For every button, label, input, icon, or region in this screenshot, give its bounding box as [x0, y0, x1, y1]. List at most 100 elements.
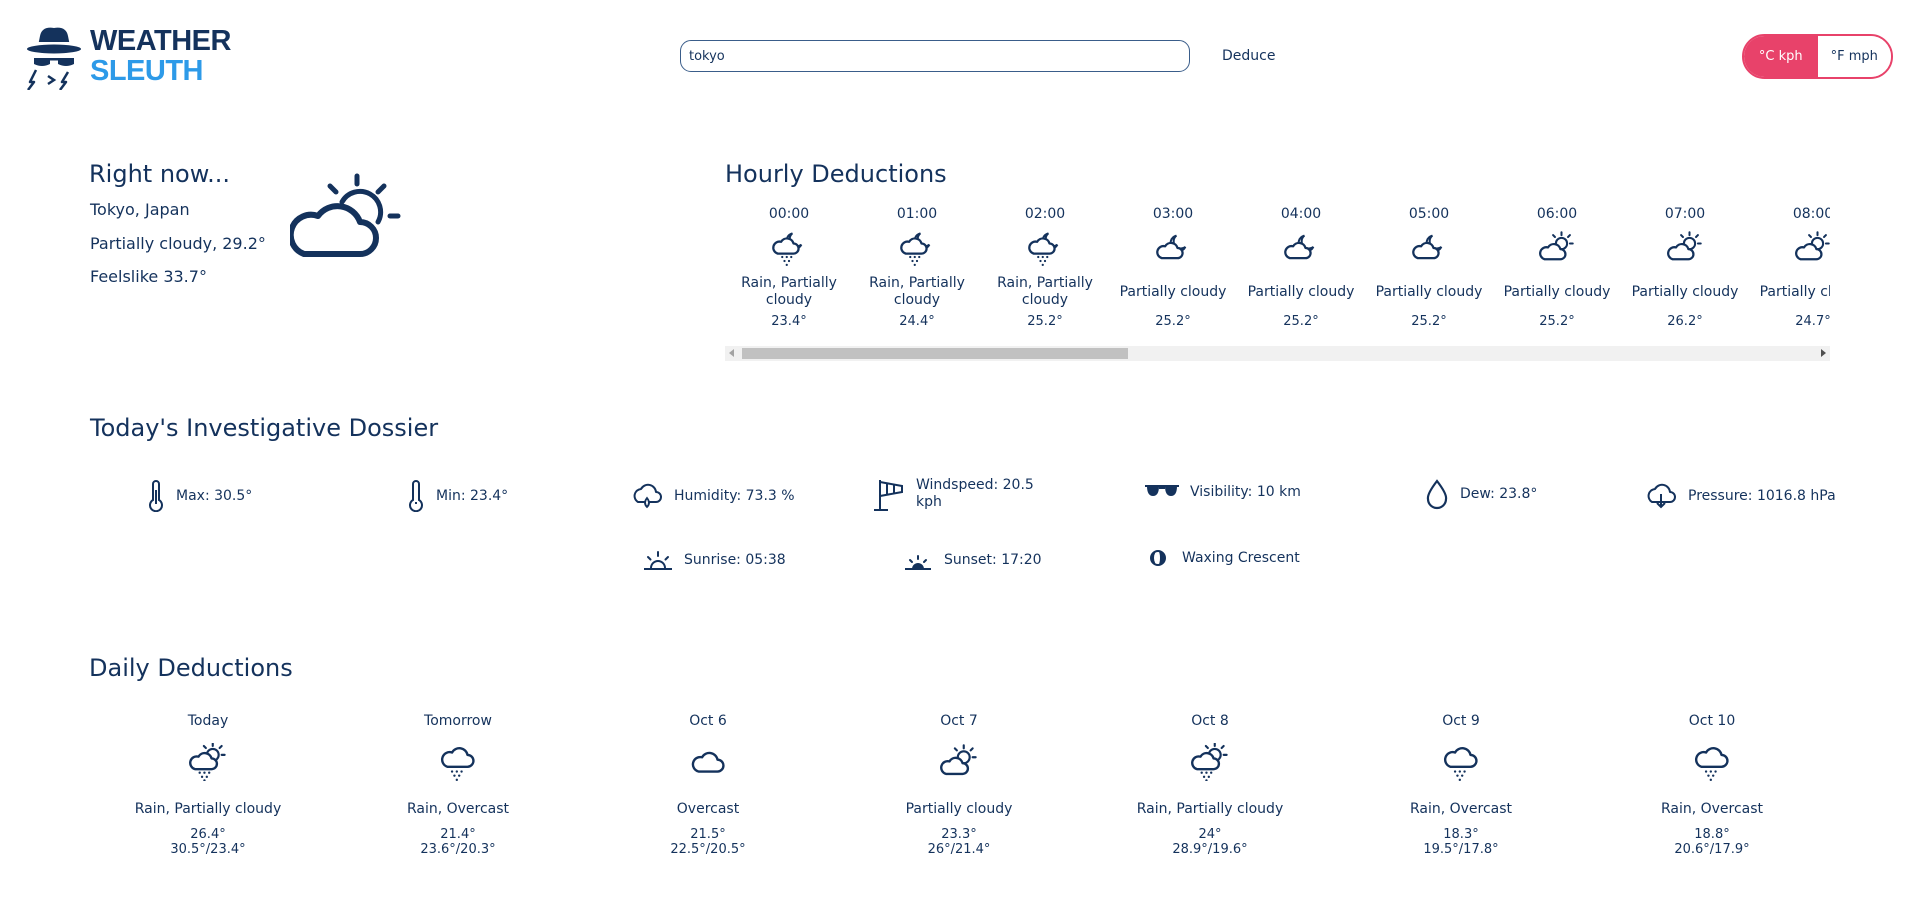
daily-item: Oct 10 Rain, Overcast 18.8° 20.6°/17.9°	[1612, 711, 1812, 857]
stat-windspeed: Windspeed: 20.5 kph	[872, 476, 1062, 512]
hourly-scrollbar[interactable]	[725, 346, 1830, 361]
hourly-item: 01:00 Rain, Partially cloudy 24.4°	[853, 204, 981, 329]
rain-partly-cloudy-day-icon	[189, 739, 227, 785]
stat-sunrise-label: Sunrise: 05:38	[684, 552, 786, 568]
day-condition: Partially cloudy	[905, 801, 1013, 817]
hour-condition: Partially cloudy	[1631, 283, 1739, 300]
hourly-item: 07:00 Partially cloudy 26.2°	[1621, 204, 1749, 329]
hour-time: 02:00	[1024, 206, 1066, 222]
day-condition: Rain, Overcast	[1660, 801, 1764, 817]
day-name: Oct 9	[1442, 713, 1480, 729]
hour-temp: 25.2°	[1411, 314, 1447, 329]
rain-cloud-icon	[1442, 739, 1480, 785]
search-input[interactable]	[680, 40, 1190, 72]
hour-condition: Rain, Partially cloudy	[997, 275, 1093, 308]
day-condition: Rain, Overcast	[406, 801, 510, 817]
rain-cloud-icon	[1693, 739, 1731, 785]
deduce-button[interactable]: Deduce	[1212, 44, 1285, 68]
stat-sunset: Sunset: 17:20	[902, 548, 1042, 572]
day-range: 20.6°/17.9°	[1674, 842, 1750, 857]
day-name: Oct 8	[1191, 713, 1229, 729]
hour-time: 07:00	[1664, 206, 1706, 222]
daily-item: Oct 8 Rain, Partially cloudy 24° 28.9°/19.6…	[1110, 711, 1310, 857]
partly-cloudy-night-icon	[1411, 226, 1447, 270]
day-name: Oct 7	[940, 713, 978, 729]
rain-cloud-icon	[439, 739, 477, 785]
hour-temp: 26.2°	[1667, 314, 1703, 329]
hour-condition: Partially cloudy	[1247, 283, 1355, 300]
day-condition: Overcast	[676, 801, 740, 817]
partly-cloudy-icon	[290, 173, 401, 257]
stat-humidity: Humidity: 73.3 %	[630, 482, 795, 510]
brand-line-2: SLEUTH	[90, 55, 203, 87]
day-name: Tomorrow	[424, 713, 492, 729]
brand-line-1: WEATHER	[90, 25, 231, 57]
hour-temp: 25.2°	[1283, 314, 1319, 329]
scroll-left-arrow-icon[interactable]	[729, 349, 734, 357]
rain-partly-cloudy-night-icon	[1027, 226, 1063, 270]
current-feelslike: Feelslike 33.7°	[90, 267, 207, 286]
daily-item: Oct 6 Overcast 21.5° 22.5°/20.5°	[608, 711, 808, 857]
stat-windspeed-label: Windspeed: 20.5 kph	[916, 477, 1034, 510]
stat-visibility-label: Visibility: 10 km	[1190, 484, 1301, 500]
hour-time: 04:00	[1280, 206, 1322, 222]
stat-max: Max: 30.5°	[146, 480, 252, 512]
daily-item: Oct 9 Rain, Overcast 18.3° 19.5°/17.8°	[1361, 711, 1561, 857]
hourly-scroller[interactable]: 00:00 Rain, Partially cloudy 23.4° 01:00 Rai…	[725, 204, 1830, 364]
day-name: Today	[187, 713, 229, 729]
day-range: 22.5°/20.5°	[670, 842, 746, 857]
day-name: Oct 10	[1688, 713, 1736, 729]
current-location: Tokyo, Japan	[90, 200, 190, 219]
day-range: 19.5°/17.8°	[1423, 842, 1499, 857]
cloud-icon	[689, 739, 727, 785]
hour-condition: Partially cloudy	[1375, 283, 1483, 300]
day-temp: 26.4°	[190, 827, 226, 842]
hour-temp: 25.2°	[1155, 314, 1191, 329]
hourly-title: Hourly Deductions	[725, 160, 947, 188]
unit-imperial-option[interactable]: °F mph	[1817, 36, 1891, 77]
hourly-item: 00:00 Rain, Partially cloudy 23.4°	[725, 204, 853, 329]
stat-sunset-label: Sunset: 17:20	[944, 552, 1042, 568]
hourly-item: 03:00 Partially cloudy 25.2°	[1109, 204, 1237, 329]
partly-cloudy-night-icon	[1155, 226, 1191, 270]
hourly-item: 06:00 Partially cloudy 25.2°	[1493, 204, 1621, 329]
daily-title: Daily Deductions	[89, 654, 293, 682]
unit-toggle[interactable]: °C kph °F mph	[1742, 34, 1893, 79]
stat-min-label: Min: 23.4°	[436, 488, 509, 504]
right-now-title: Right now...	[89, 160, 231, 188]
hour-time: 05:00	[1408, 206, 1450, 222]
dew-drop-icon	[1424, 478, 1450, 510]
stat-min: Min: 23.4°	[406, 480, 508, 512]
hour-time: 01:00	[896, 206, 938, 222]
stat-moon-phase: Waxing Crescent	[1148, 548, 1300, 568]
scroll-right-arrow-icon[interactable]	[1821, 349, 1826, 357]
day-range: 23.6°/20.3°	[420, 842, 496, 857]
scrollbar-thumb[interactable]	[742, 348, 1128, 359]
hour-time: 08:00	[1792, 206, 1830, 222]
day-range: 30.5°/23.4°	[170, 842, 246, 857]
thermometer-icon	[406, 480, 426, 512]
sunglasses-icon	[1144, 482, 1180, 502]
unit-metric-option[interactable]: °C kph	[1744, 36, 1818, 77]
hour-time: 03:00	[1152, 206, 1194, 222]
partly-cloudy-day-icon	[1539, 226, 1575, 270]
stat-visibility: Visibility: 10 km	[1144, 482, 1301, 502]
brand-wordmark: WEATHER SLEUTH	[90, 26, 231, 86]
hour-temp: 25.2°	[1539, 314, 1575, 329]
day-temp: 24°	[1198, 827, 1222, 842]
day-temp: 23.3°	[941, 827, 977, 842]
rain-partly-cloudy-night-icon	[771, 226, 807, 270]
rain-partly-cloudy-night-icon	[899, 226, 935, 270]
moon-phase-icon	[1148, 548, 1168, 568]
hour-condition: Rain, Partially cloudy	[869, 275, 965, 308]
stat-moon-label: Waxing Crescent	[1182, 550, 1300, 566]
hour-condition: Partially cloudy	[1119, 283, 1227, 300]
windsock-icon	[872, 476, 906, 512]
stat-max-label: Max: 30.5°	[176, 488, 253, 504]
day-temp: 18.3°	[1443, 827, 1479, 842]
thermometer-icon	[146, 480, 166, 512]
brand-logo[interactable]: WEATHER SLEUTH	[26, 22, 231, 92]
day-condition: Rain, Partially cloudy	[1136, 801, 1284, 817]
hourly-item: 05:00 Partially cloudy 25.2°	[1365, 204, 1493, 329]
current-condition: Partially cloudy, 29.2°	[90, 234, 266, 253]
